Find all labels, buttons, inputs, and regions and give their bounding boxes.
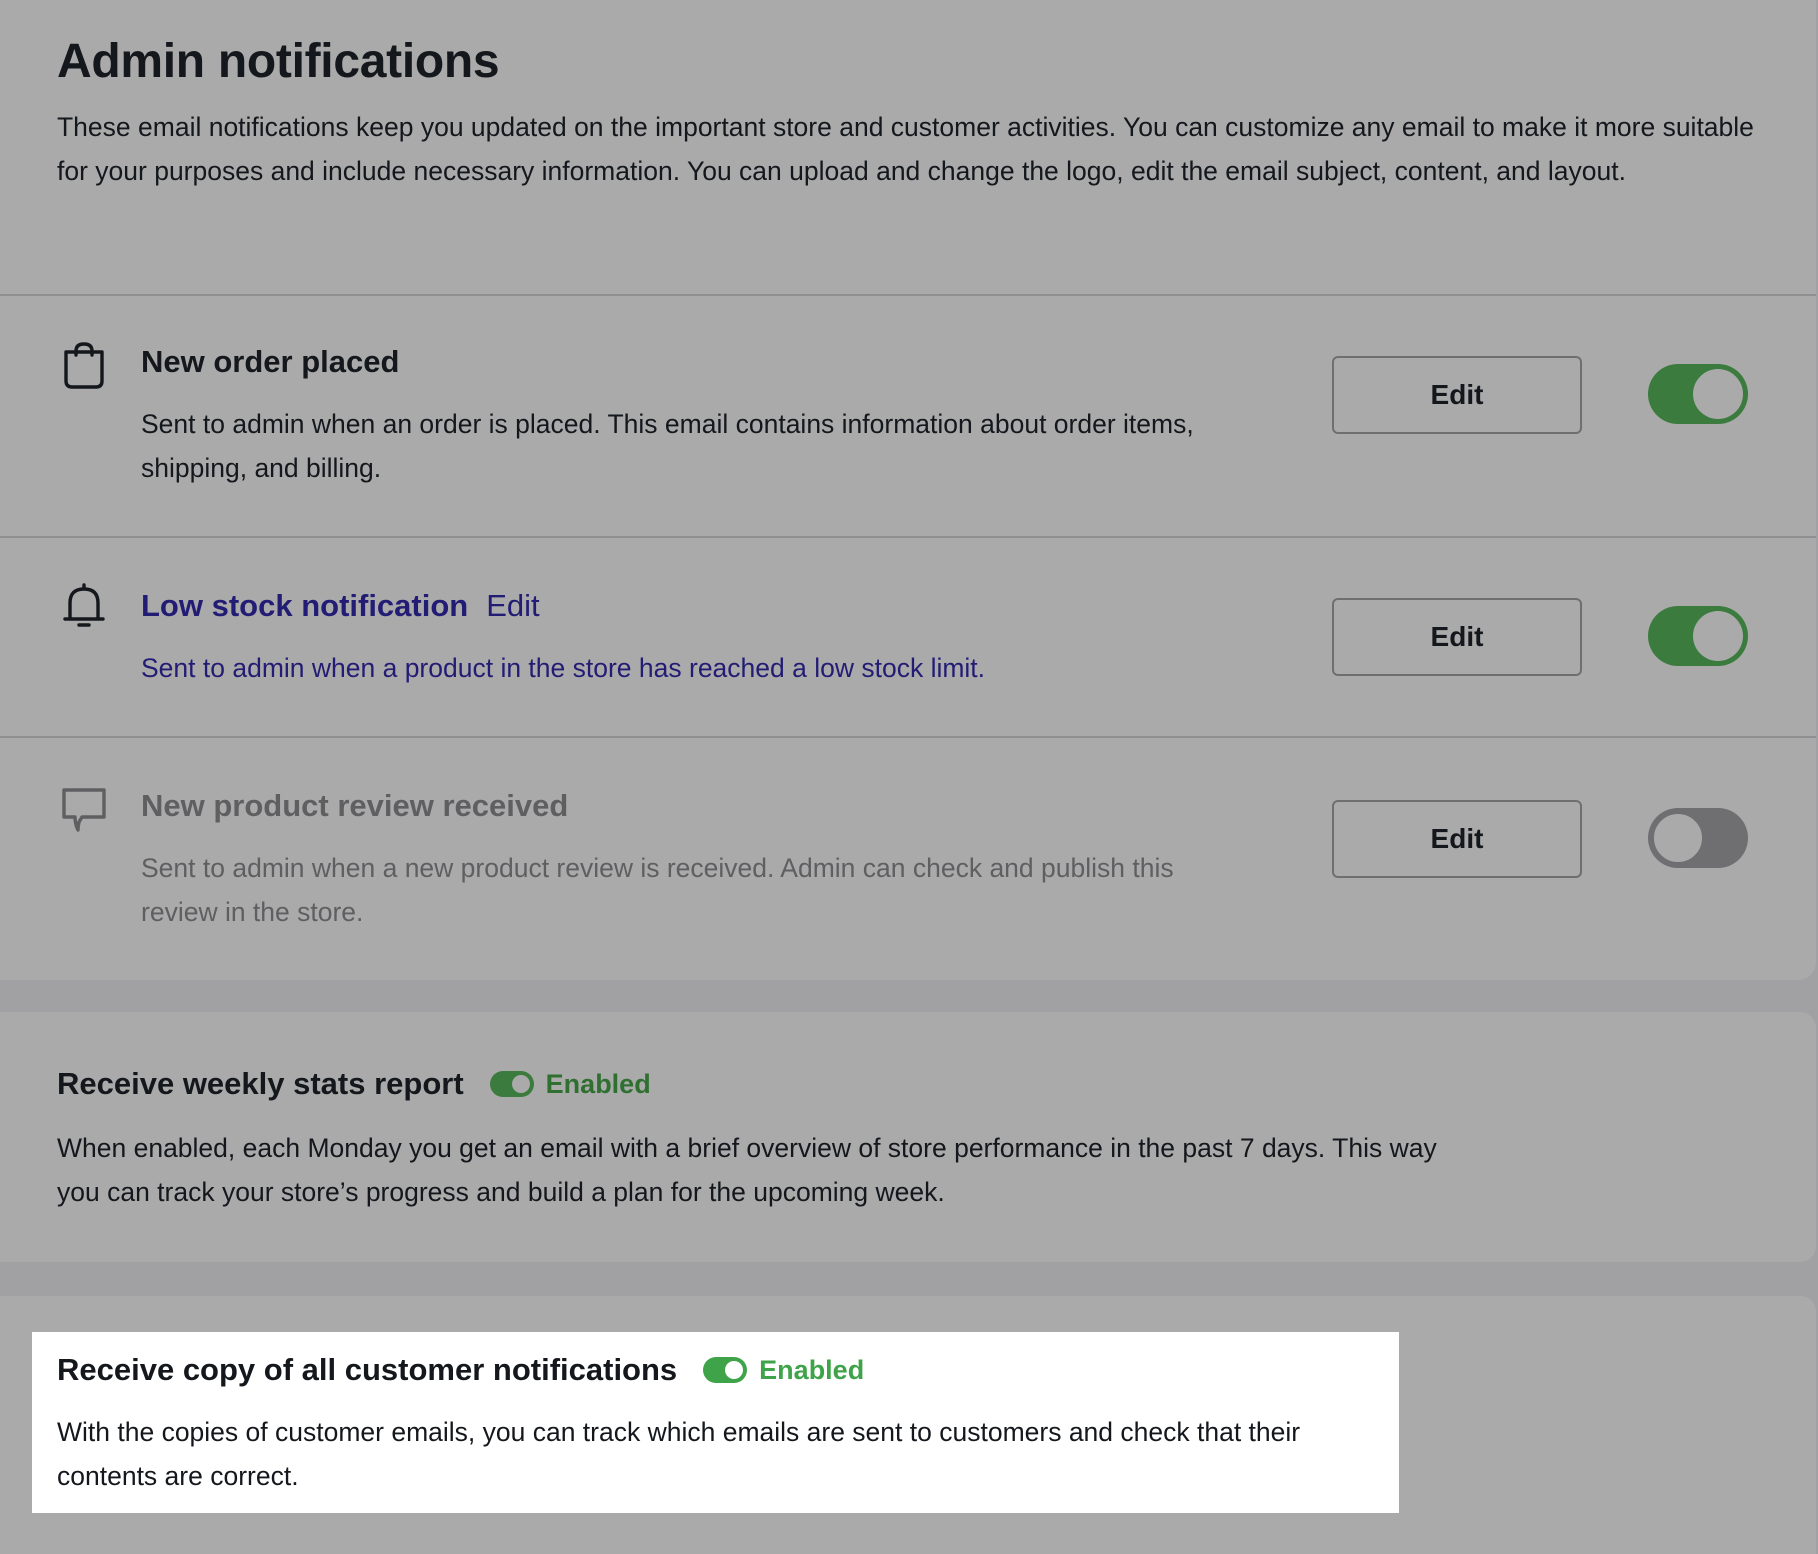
notification-title: New product review received bbox=[141, 788, 569, 823]
customer-copy-toggle[interactable] bbox=[703, 1357, 748, 1383]
page-description: These email notifications keep you updat… bbox=[57, 112, 1754, 186]
edit-button[interactable]: Edit bbox=[1332, 598, 1582, 676]
title-edit-link[interactable]: Edit bbox=[486, 588, 539, 623]
status-label: Enabled bbox=[545, 1068, 651, 1099]
notification-title: New order placed bbox=[141, 344, 400, 379]
page-title: Admin notifications bbox=[57, 35, 500, 88]
notification-title-link[interactable]: Low stock notification bbox=[141, 588, 468, 623]
toggle-knob bbox=[1693, 611, 1743, 661]
notification-toggle[interactable] bbox=[1648, 364, 1748, 424]
notification-description: Sent to admin when a product in the stor… bbox=[141, 653, 986, 683]
notification-toggle[interactable] bbox=[1648, 606, 1748, 666]
weekly-report-toggle[interactable] bbox=[489, 1071, 534, 1097]
notification-title: Low stock notification Edit bbox=[141, 588, 540, 624]
setting-title-text: Receive copy of all customer notificatio… bbox=[57, 1352, 678, 1387]
bell-icon bbox=[60, 582, 108, 630]
toggle-knob bbox=[511, 1075, 530, 1093]
weekly-report-description: When enabled, each Monday you get an ema… bbox=[57, 1133, 1437, 1207]
setting-title-text: Receive weekly stats report bbox=[57, 1066, 464, 1101]
weekly-report-card: Receive weekly stats report Enabled When… bbox=[0, 1012, 1816, 1262]
page-header: Admin notifications These email notifica… bbox=[57, 34, 1757, 193]
customer-copy-description: With the copies of customer emails, you … bbox=[57, 1417, 1301, 1491]
notification-description: Sent to admin when a new product review … bbox=[141, 853, 1174, 927]
edit-button[interactable]: Edit bbox=[1332, 356, 1582, 434]
notification-row-new-order: New order placed Sent to admin when an o… bbox=[0, 296, 1816, 536]
notification-row-product-review: New product review received Sent to admi… bbox=[0, 738, 1816, 978]
toggle-knob bbox=[1651, 811, 1705, 865]
edit-button[interactable]: Edit bbox=[1332, 800, 1582, 878]
notification-row-low-stock: Low stock notification Edit Sent to admin… bbox=[0, 538, 1816, 736]
admin-notifications-card: Admin notifications These email notifica… bbox=[0, 0, 1816, 980]
status-label: Enabled bbox=[759, 1354, 865, 1385]
notification-description: Sent to admin when an order is placed. T… bbox=[141, 409, 1194, 483]
toggle-knob bbox=[725, 1361, 744, 1379]
notification-toggle[interactable] bbox=[1648, 808, 1748, 868]
comment-icon bbox=[60, 786, 108, 834]
customer-copy-highlight: Receive copy of all customer notificatio… bbox=[32, 1332, 1399, 1513]
customer-copy-title: Receive copy of all customer notificatio… bbox=[57, 1352, 864, 1388]
weekly-report-title: Receive weekly stats report Enabled bbox=[57, 1066, 651, 1102]
toggle-knob bbox=[1693, 369, 1743, 419]
shopping-bag-icon bbox=[60, 342, 108, 390]
